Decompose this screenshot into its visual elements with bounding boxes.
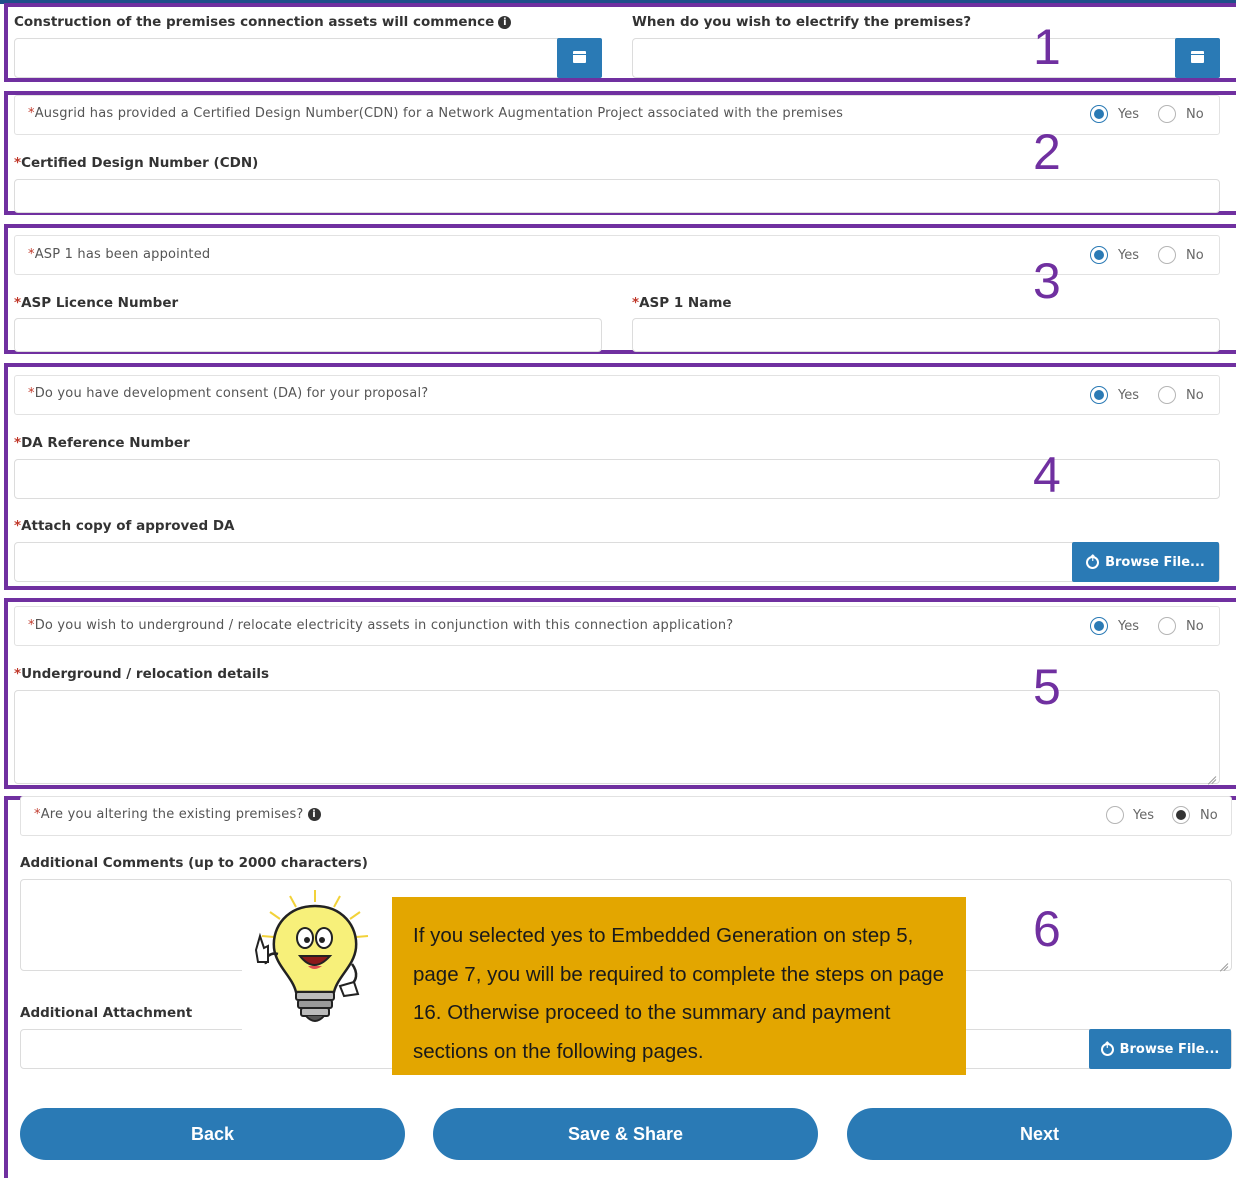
asp-licence-label: *ASP Licence Number <box>14 295 179 311</box>
cdn-yes-radio[interactable] <box>1090 105 1108 123</box>
cdn-input[interactable] <box>14 179 1220 213</box>
attachment-label: Additional Attachment <box>20 1005 193 1021</box>
da-ref-label: *DA Reference Number <box>14 435 190 451</box>
construction-date-input[interactable] <box>14 38 602 78</box>
asp-licence-input[interactable] <box>14 318 602 352</box>
upload-icon <box>1086 554 1100 569</box>
electrify-date-input[interactable] <box>632 38 1220 78</box>
da-question: *Do you have development consent (DA) fo… <box>28 386 429 401</box>
underground-question: *Do you wish to underground / relocate e… <box>28 618 734 633</box>
section-number-4: 4 <box>1033 447 1061 503</box>
construction-calendar-button[interactable] <box>557 38 602 78</box>
da-attach-input[interactable] <box>14 542 1220 582</box>
underground-no-radio[interactable] <box>1158 617 1176 635</box>
electrify-label: When do you wish to electrify the premis… <box>632 14 972 30</box>
altering-yes-radio[interactable] <box>1106 806 1124 824</box>
cdn-question: *Ausgrid has provided a Certified Design… <box>28 106 844 121</box>
resize-handle[interactable] <box>1207 771 1217 781</box>
calendar-icon <box>573 51 586 63</box>
asp-yes-radio[interactable] <box>1090 246 1108 264</box>
info-icon[interactable]: i <box>498 16 512 29</box>
comments-label: Additional Comments (up to 2000 characte… <box>20 855 368 871</box>
section-number-2: 2 <box>1033 124 1061 180</box>
browse-label: Browse File... <box>1105 554 1205 570</box>
save-share-button[interactable]: Save & Share <box>433 1108 818 1160</box>
section-number-1: 1 <box>1033 19 1061 75</box>
asp-question: *ASP 1 has been appointed <box>28 247 211 262</box>
section-number-3: 3 <box>1033 253 1061 309</box>
asp-yes-label: Yes <box>1118 248 1139 263</box>
asp-name-label: *ASP 1 Name <box>632 295 732 311</box>
da-no-radio[interactable] <box>1158 386 1176 404</box>
underground-details-label: *Underground / relocation details <box>14 666 270 682</box>
section-number-5: 5 <box>1033 659 1061 715</box>
underground-yes-label: Yes <box>1118 619 1139 634</box>
altering-no-label: No <box>1200 808 1218 823</box>
altering-question: *Are you altering the existing premises?… <box>34 807 321 822</box>
info-callout: If you selected yes to Embedded Generati… <box>392 897 966 1075</box>
altering-no-radio[interactable] <box>1172 806 1190 824</box>
lightbulb-mascot <box>254 890 369 1022</box>
cdn-no-label: No <box>1186 107 1204 122</box>
browse-label: Browse File... <box>1119 1041 1220 1057</box>
da-no-label: No <box>1186 388 1204 403</box>
da-browse-button[interactable]: Browse File... <box>1072 542 1219 582</box>
underground-yes-radio[interactable] <box>1090 617 1108 635</box>
upload-icon <box>1100 1041 1114 1056</box>
da-yes-label: Yes <box>1118 388 1139 403</box>
resize-handle[interactable] <box>1219 958 1229 968</box>
altering-yes-label: Yes <box>1133 808 1154 823</box>
cdn-yes-label: Yes <box>1118 107 1139 122</box>
underground-no-label: No <box>1186 619 1204 634</box>
section-number-6: 6 <box>1033 901 1061 957</box>
asp-name-input[interactable] <box>632 318 1220 352</box>
electrify-calendar-button[interactable] <box>1175 38 1220 78</box>
back-button[interactable]: Back <box>20 1108 405 1160</box>
calendar-icon <box>1191 51 1204 63</box>
da-attach-label: *Attach copy of approved DA <box>14 518 235 534</box>
cdn-no-radio[interactable] <box>1158 105 1176 123</box>
next-button[interactable]: Next <box>847 1108 1232 1160</box>
attachment-browse-button[interactable]: Browse File... <box>1089 1029 1231 1069</box>
construction-label: Construction of the premises connection … <box>14 14 512 30</box>
asp-no-label: No <box>1186 248 1204 263</box>
asp-no-radio[interactable] <box>1158 246 1176 264</box>
da-yes-radio[interactable] <box>1090 386 1108 404</box>
cdn-label: *Certified Design Number (CDN) <box>14 155 259 171</box>
info-icon[interactable]: i <box>307 808 321 821</box>
